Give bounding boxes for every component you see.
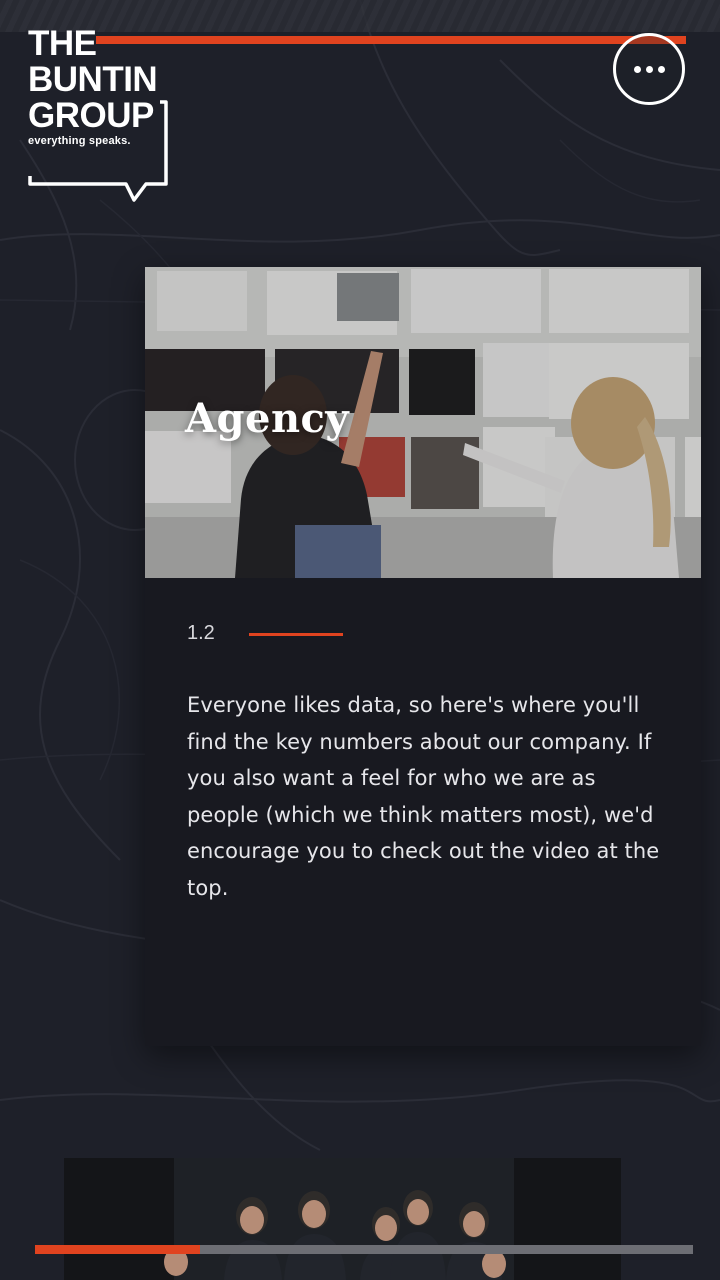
scroll-progress-fill — [35, 1245, 200, 1254]
brand-logo[interactable]: THE BUNTIN GROUP everything speaks. — [26, 24, 174, 202]
logo-tagline: everything speaks. — [28, 135, 131, 147]
more-dots-icon — [633, 65, 665, 73]
agency-card: Agency 1.2 Everyone likes data, so here'… — [145, 267, 701, 1046]
section-number: 1.2 — [187, 622, 215, 644]
team-photo-card[interactable] — [64, 1158, 621, 1280]
logo-line-the: THE — [28, 24, 97, 63]
scroll-progress-bar — [35, 1245, 693, 1254]
card-description: Everyone likes data, so here's where you… — [187, 693, 660, 900]
logo-line-group: GROUP — [28, 96, 154, 135]
agency-photo: Agency — [145, 267, 701, 578]
team-photo — [64, 1158, 621, 1280]
card-title: Agency — [185, 395, 350, 442]
header-accent-line — [96, 36, 686, 44]
section-divider — [249, 633, 343, 636]
menu-button[interactable] — [613, 33, 685, 105]
logo-line-buntin: BUNTIN — [28, 60, 158, 99]
